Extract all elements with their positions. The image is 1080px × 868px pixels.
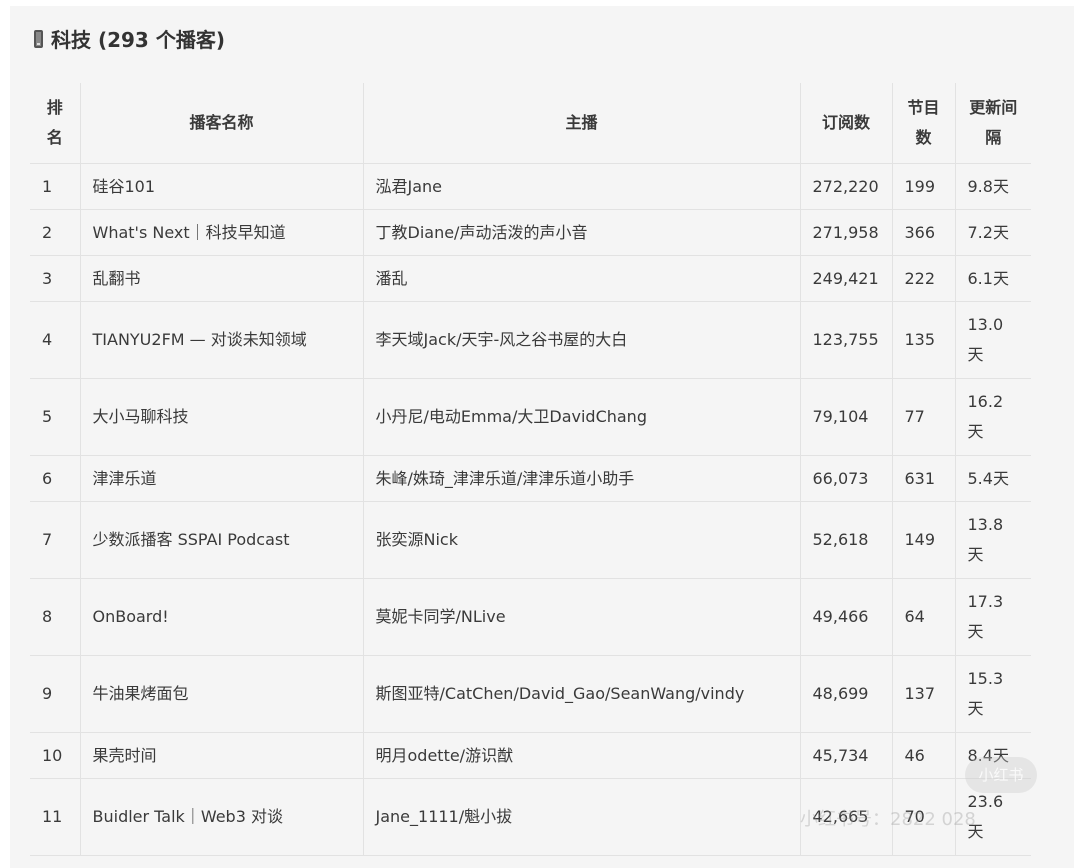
mobile-phone-icon <box>34 29 43 48</box>
cell-name: OnBoard! <box>80 578 364 656</box>
cell-interval: 17.3天 <box>955 578 1031 656</box>
cell-host: 潘乱 <box>363 255 801 302</box>
cell-host: 丁教Diane/声动活泼的声小音 <box>363 209 801 256</box>
cell-subscribers: 271,958 <box>800 209 893 256</box>
cell-interval: 16.2天 <box>955 378 1031 456</box>
header-name: 播客名称 <box>80 83 364 164</box>
cell-interval: 8.4天 <box>955 732 1031 779</box>
cell-subscribers: 272,220 <box>800 163 893 210</box>
cell-rank: 6 <box>30 455 81 502</box>
table-row: 5 大小马聊科技 小丹尼/电动Emma/大卫DavidChang 79,104 … <box>30 378 1031 456</box>
cell-name: 少数派播客 SSPAI Podcast <box>80 501 364 579</box>
cell-rank: 4 <box>30 301 81 379</box>
cell-name: 果壳时间 <box>80 732 364 779</box>
header-rank: 排名 <box>30 83 81 164</box>
cell-episodes: 366 <box>892 209 956 256</box>
table-row: 3 乱翻书 潘乱 249,421 222 6.1天 <box>30 255 1031 302</box>
cell-interval: 9.8天 <box>955 163 1031 210</box>
cell-interval: 15.3天 <box>955 655 1031 733</box>
cell-subscribers: 249,421 <box>800 255 893 302</box>
cell-episodes: 46 <box>892 732 956 779</box>
podcast-ranking-table: 排名 播客名称 主播 订阅数 节目数 更新间隔 1 硅谷101 泓君Jane 2… <box>30 83 1031 856</box>
cell-subscribers: 48,699 <box>800 655 893 733</box>
table-row: 6 津津乐道 朱峰/姝琦_津津乐道/津津乐道小助手 66,073 631 5.4… <box>30 455 1031 502</box>
cell-name: 硅谷101 <box>80 163 364 210</box>
table-row: 7 少数派播客 SSPAI Podcast 张奕源Nick 52,618 149… <box>30 501 1031 579</box>
cell-rank: 3 <box>30 255 81 302</box>
cell-subscribers: 123,755 <box>800 301 893 379</box>
cell-interval: 23.6天 <box>955 778 1031 856</box>
cell-episodes: 149 <box>892 501 956 579</box>
cell-rank: 10 <box>30 732 81 779</box>
cell-episodes: 137 <box>892 655 956 733</box>
cell-rank: 11 <box>30 778 81 856</box>
cell-episodes: 199 <box>892 163 956 210</box>
cell-name: 牛油果烤面包 <box>80 655 364 733</box>
cell-interval: 13.0天 <box>955 301 1031 379</box>
table-row: 1 硅谷101 泓君Jane 272,220 199 9.8天 <box>30 163 1031 210</box>
table-row: 11 Buidler Talk｜Web3 对谈 Jane_1111/魁小拔 42… <box>30 778 1031 856</box>
cell-host: 斯图亚特/CatChen/David_Gao/SeanWang/vindy <box>363 655 801 733</box>
cell-interval: 6.1天 <box>955 255 1031 302</box>
cell-name: What's Next｜科技早知道 <box>80 209 364 256</box>
cell-host: 李天域Jack/天宇-风之谷书屋的大白 <box>363 301 801 379</box>
cell-episodes: 135 <box>892 301 956 379</box>
cell-name: 乱翻书 <box>80 255 364 302</box>
table-row: 9 牛油果烤面包 斯图亚特/CatChen/David_Gao/SeanWang… <box>30 655 1031 733</box>
cell-episodes: 631 <box>892 455 956 502</box>
table-row: 10 果壳时间 明月odette/游识猷 45,734 46 8.4天 <box>30 732 1031 779</box>
cell-subscribers: 52,618 <box>800 501 893 579</box>
cell-subscribers: 49,466 <box>800 578 893 656</box>
cell-rank: 9 <box>30 655 81 733</box>
table-row: 4 TIANYU2FM — 对谈未知领域 李天域Jack/天宇-风之谷书屋的大白… <box>30 301 1031 379</box>
table-row: 8 OnBoard! 莫妮卡同学/NLive 49,466 64 17.3天 <box>30 578 1031 656</box>
cell-subscribers: 42,665 <box>800 778 893 856</box>
cell-interval: 7.2天 <box>955 209 1031 256</box>
cell-episodes: 64 <box>892 578 956 656</box>
cell-rank: 2 <box>30 209 81 256</box>
cell-host: 莫妮卡同学/NLive <box>363 578 801 656</box>
cell-subscribers: 66,073 <box>800 455 893 502</box>
section-title: 科技 (293 个播客) <box>34 24 225 53</box>
cell-subscribers: 45,734 <box>800 732 893 779</box>
cell-episodes: 77 <box>892 378 956 456</box>
cell-episodes: 70 <box>892 778 956 856</box>
cell-name: 大小马聊科技 <box>80 378 364 456</box>
cell-host: 泓君Jane <box>363 163 801 210</box>
header-host: 主播 <box>363 83 801 164</box>
cell-interval: 5.4天 <box>955 455 1031 502</box>
header-interval: 更新间隔 <box>955 83 1031 164</box>
table-row: 2 What's Next｜科技早知道 丁教Diane/声动活泼的声小音 271… <box>30 209 1031 256</box>
cell-host: 张奕源Nick <box>363 501 801 579</box>
cell-episodes: 222 <box>892 255 956 302</box>
cell-interval: 13.8天 <box>955 501 1031 579</box>
cell-host: 小丹尼/电动Emma/大卫DavidChang <box>363 378 801 456</box>
cell-rank: 1 <box>30 163 81 210</box>
cell-name: 津津乐道 <box>80 455 364 502</box>
cell-subscribers: 79,104 <box>800 378 893 456</box>
cell-rank: 7 <box>30 501 81 579</box>
header-episodes: 节目数 <box>892 83 956 164</box>
cell-host: 朱峰/姝琦_津津乐道/津津乐道小助手 <box>363 455 801 502</box>
table-header-row: 排名 播客名称 主播 订阅数 节目数 更新间隔 <box>30 83 1031 164</box>
section-title-text: 科技 (293 个播客) <box>51 28 225 52</box>
cell-host: Jane_1111/魁小拔 <box>363 778 801 856</box>
header-subscribers: 订阅数 <box>800 83 893 164</box>
cell-name: Buidler Talk｜Web3 对谈 <box>80 778 364 856</box>
cell-rank: 5 <box>30 378 81 456</box>
cell-rank: 8 <box>30 578 81 656</box>
cell-host: 明月odette/游识猷 <box>363 732 801 779</box>
cell-name: TIANYU2FM — 对谈未知领域 <box>80 301 364 379</box>
